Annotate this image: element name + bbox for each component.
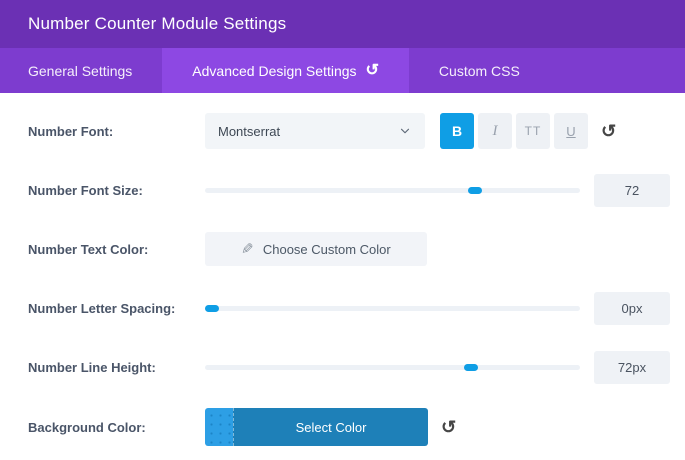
bold-toggle-button[interactable]: B (440, 113, 474, 149)
number-text-color-label: Number Text Color: (28, 241, 149, 257)
underline-toggle-button[interactable]: U (554, 113, 588, 149)
number-letter-spacing-slider[interactable] (205, 304, 580, 312)
tab-custom-css[interactable]: Custom CSS (409, 48, 550, 93)
number-font-size-slider[interactable] (205, 186, 580, 194)
tab-general-settings[interactable]: General Settings (0, 48, 162, 93)
font-style-toggle-group: B I TT U (440, 113, 588, 149)
dialog-titlebar: Number Counter Module Settings (0, 0, 685, 48)
number-letter-spacing-input[interactable] (594, 291, 670, 325)
number-font-size-input[interactable] (594, 173, 670, 207)
tab-label: Advanced Design Settings (192, 62, 357, 79)
select-color-button[interactable]: Select Color (233, 408, 428, 446)
uppercase-toggle-button[interactable]: TT (516, 113, 550, 149)
number-font-select[interactable]: Montserrat (205, 113, 425, 149)
background-color-label: Background Color: (28, 419, 146, 435)
choose-custom-color-button[interactable]: ✎ Choose Custom Color (205, 232, 427, 266)
number-counter-module-settings-dialog: Number Counter Module Settings General S… (0, 0, 685, 460)
reset-icon[interactable]: ↺ (365, 62, 379, 79)
number-font-label: Number Font: (28, 123, 114, 139)
pencil-icon: ✎ (241, 241, 254, 258)
italic-toggle-button[interactable]: I (478, 113, 512, 149)
row-number-font-size: Number Font Size: (28, 172, 670, 208)
number-letter-spacing-label: Number Letter Spacing: (28, 300, 176, 316)
tab-bar: General Settings Advanced Design Setting… (0, 48, 685, 93)
row-number-letter-spacing: Number Letter Spacing: (28, 290, 670, 326)
color-swatch[interactable] (205, 408, 233, 446)
choose-custom-color-label: Choose Custom Color (262, 241, 391, 257)
reset-icon[interactable]: ↺ (441, 418, 457, 437)
tab-label: Custom CSS (438, 62, 520, 79)
slider-handle[interactable] (463, 363, 478, 371)
tab-label: General Settings (28, 62, 133, 79)
number-line-height-slider[interactable] (205, 363, 580, 371)
number-font-value: Montserrat (218, 123, 281, 139)
number-font-size-label: Number Font Size: (28, 182, 143, 198)
row-number-text-color: Number Text Color: ✎ Choose Custom Color (28, 231, 670, 267)
dialog-title: Number Counter Module Settings (28, 14, 287, 33)
tab-advanced-design-settings[interactable]: Advanced Design Settings ↺ (162, 48, 409, 93)
background-color-picker[interactable]: Select Color (205, 408, 428, 446)
slider-handle[interactable] (467, 186, 482, 194)
row-number-font: Number Font: Montserrat B I TT U ↺ (28, 113, 670, 149)
chevron-down-icon (400, 128, 410, 134)
number-line-height-label: Number Line Height: (28, 359, 156, 375)
reset-icon[interactable]: ↺ (601, 122, 617, 141)
row-background-color: Background Color: Select Color ↺ (28, 408, 670, 446)
settings-panel: Number Font: Montserrat B I TT U ↺ Numbe… (0, 93, 685, 446)
slider-handle[interactable] (205, 304, 219, 312)
row-number-line-height: Number Line Height: (28, 349, 670, 385)
number-line-height-input[interactable] (594, 350, 670, 384)
